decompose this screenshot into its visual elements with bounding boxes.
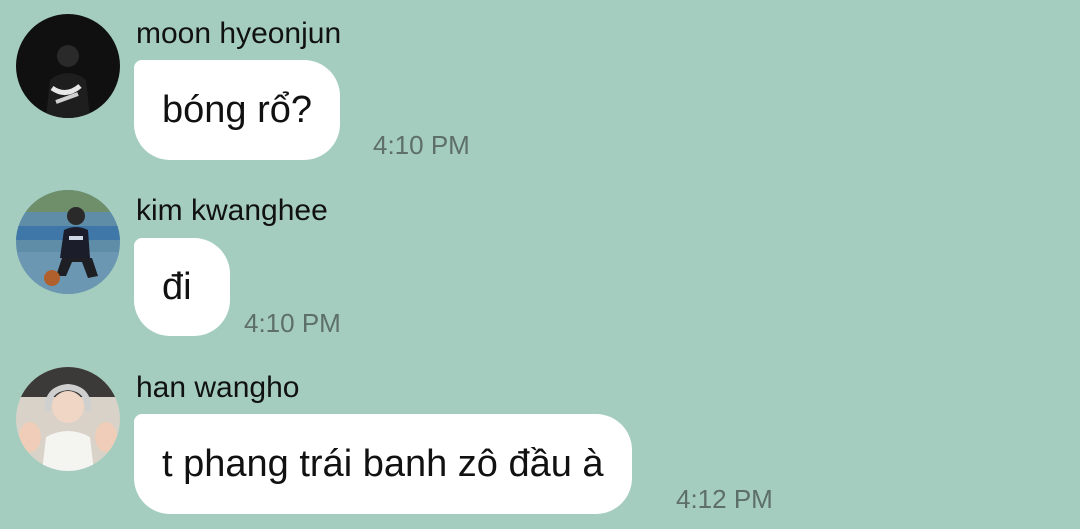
avatar[interactable] [16,190,120,294]
sender-name: moon hyeonjun [136,17,342,50]
message-timestamp: 4:10 PM [373,130,470,160]
message-timestamp: 4:10 PM [244,308,341,338]
message-bubble[interactable]: bóng rổ? [134,60,341,160]
message-text: đi [162,265,192,308]
avatar[interactable] [16,367,120,471]
message-bubble[interactable]: t phang trái banh zô đầu à [134,414,632,514]
sender-name: kim kwanghee [136,194,328,227]
message-text: t phang trái banh zô đầu à [162,442,604,485]
avatar-image [16,14,120,118]
chat-thread: moon hyeonjun bóng rổ? 4:10 PM kim kwang… [0,0,1080,529]
message-timestamp: 4:12 PM [676,484,773,514]
avatar-image [16,190,120,294]
avatar[interactable] [16,14,120,118]
avatar-image [16,367,120,471]
message-text: bóng rổ? [162,88,313,131]
sender-name: han wangho [136,371,300,404]
message-bubble[interactable]: đi [134,238,230,336]
